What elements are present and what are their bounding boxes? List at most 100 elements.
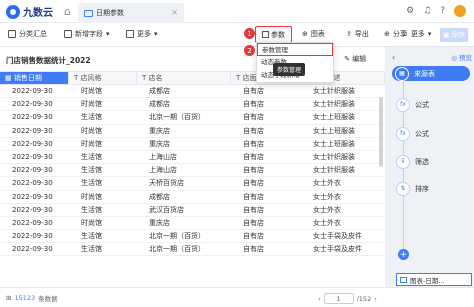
table-cell: 2022-09-30 bbox=[12, 232, 53, 241]
edit-label: 编辑 bbox=[352, 55, 367, 63]
table-cell: 自有店 bbox=[243, 218, 264, 227]
table-row[interactable]: 2022-09-30 生活馆 北京一期（百货） 自有店 女士手袋及皮件 bbox=[0, 243, 385, 257]
tab-date-param[interactable]: 日期参数 × bbox=[78, 3, 184, 23]
export-button[interactable]: ⇪ 导出 bbox=[346, 29, 369, 39]
chart-label: 图表 bbox=[310, 30, 325, 38]
table-cell: 女士上班服装 bbox=[313, 126, 355, 135]
pipeline-node-source[interactable]: ▦ 来源表 bbox=[392, 66, 470, 81]
table-row[interactable]: 2022-09-30 时尚馆 重庆店 自有店 女士上班服装 bbox=[0, 125, 385, 138]
row-count: ⊞ 15123 条数据 bbox=[6, 293, 58, 303]
table-row[interactable]: 2022-09-30 生活馆 武汉百货店 自有店 女士外衣 bbox=[0, 204, 385, 217]
save-button[interactable]: ▣ 保存 bbox=[440, 28, 468, 42]
pipeline-output-chart[interactable]: 图表-日期... bbox=[396, 273, 472, 286]
table-cell: 时尚馆 bbox=[81, 100, 102, 109]
next-page-icon[interactable]: › bbox=[374, 295, 377, 303]
more-menu-label: 更多 bbox=[410, 30, 425, 38]
table-cell: 时尚馆 bbox=[81, 139, 102, 148]
gear-icon[interactable]: ⚙ bbox=[406, 6, 414, 16]
app-logo[interactable]: 九数云 bbox=[6, 4, 53, 19]
add-step-button[interactable]: + bbox=[398, 249, 409, 260]
table-cell: 女士针织服装 bbox=[313, 166, 355, 175]
chevron-down-icon: ▾ bbox=[154, 30, 158, 38]
table-cell: 重庆店 bbox=[149, 126, 170, 135]
prev-page-icon[interactable]: ‹ bbox=[318, 295, 321, 303]
column-header[interactable]: T 店风格 bbox=[69, 72, 137, 84]
edit-icon: ✎ bbox=[344, 55, 353, 63]
chart-button[interactable]: ⊕ 图表 bbox=[302, 29, 325, 39]
table-row[interactable]: 2022-09-30 时尚馆 重庆店 自有店 女士外衣 bbox=[0, 217, 385, 231]
table-cell: 女士外衣 bbox=[313, 218, 341, 227]
table-cell: 2022-09-30 bbox=[12, 192, 53, 201]
table-row[interactable]: 2022-09-30 时尚馆 成都店 自有店 女士针织服装 bbox=[0, 98, 385, 112]
vertical-scrollbar[interactable] bbox=[379, 97, 383, 167]
avatar[interactable] bbox=[454, 5, 466, 17]
more-menu-button[interactable]: ⊙ 更多 ▾ bbox=[402, 29, 431, 39]
tab-label: 日期参数 bbox=[96, 9, 124, 17]
tooltip: 参数管理 bbox=[273, 63, 306, 76]
preview-link[interactable]: ◎ 预览 bbox=[451, 52, 472, 62]
bell-icon[interactable]: ♫ bbox=[423, 6, 431, 16]
more-icon: ⊙ bbox=[402, 30, 408, 38]
table-row[interactable]: 2022-09-30 生活馆 上海山店 自有店 女士针织服装 bbox=[0, 151, 385, 165]
help-icon[interactable]: ? bbox=[440, 6, 445, 16]
pipeline-node-formula-1[interactable]: fx 公式 bbox=[396, 97, 472, 112]
table-cell: 自有店 bbox=[243, 232, 264, 241]
pipeline-node-sort[interactable]: ⇅ 排序 bbox=[396, 181, 472, 196]
app-name: 九数云 bbox=[23, 8, 53, 19]
table-row[interactable]: 2022-09-30 生活馆 上海山店 自有店 女士针织服装 bbox=[0, 164, 385, 178]
table-cell: 自有店 bbox=[243, 245, 264, 254]
table-cell: 时尚馆 bbox=[81, 218, 102, 227]
new-field-button[interactable]: 新增字段 ▾ bbox=[64, 29, 110, 39]
table-row[interactable]: 2022-09-30 时尚馆 重庆店 自有店 女士上班服装 bbox=[0, 138, 385, 151]
grid-icon bbox=[126, 30, 134, 38]
column-header[interactable]: T 店名 bbox=[137, 72, 231, 84]
table-row[interactable]: 2022-09-30 时尚馆 成都店 自有店 女士外衣 bbox=[0, 191, 385, 204]
classify-label: 分类汇总 bbox=[19, 30, 47, 38]
table-cell: 北京一期（百货） bbox=[149, 245, 205, 254]
pipeline-node-filter[interactable]: ⊽ 筛选 bbox=[396, 154, 472, 169]
table-cell: 生活馆 bbox=[81, 166, 102, 175]
table-cell: 自有店 bbox=[243, 205, 264, 214]
home-icon[interactable]: ⌂ bbox=[64, 5, 71, 18]
classify-button[interactable]: 分类汇总 bbox=[8, 29, 47, 39]
chevron-down-icon: ▾ bbox=[427, 30, 432, 38]
table-cell: 生活馆 bbox=[81, 179, 102, 188]
pipeline-panel: ‹ ◎ 预览 ▦ 来源表 fx 公式 fx 公式 ⊽ 筛选 ⇅ 排序 + 图表-… bbox=[387, 47, 474, 287]
menu-item-param-manage[interactable]: 参数管理 bbox=[257, 43, 333, 56]
more-button[interactable]: 更多 ▾ bbox=[126, 29, 158, 39]
table-cell: 时尚馆 bbox=[81, 87, 102, 95]
table-cell: 女士外衣 bbox=[313, 205, 341, 214]
table-cell: 上海山店 bbox=[149, 152, 177, 161]
table-title: 门店销售数据统计_2022 bbox=[6, 56, 91, 65]
table-cell: 2022-09-30 bbox=[12, 245, 53, 254]
classify-icon bbox=[8, 30, 16, 38]
param-button[interactable]: 参数 bbox=[255, 26, 292, 43]
column-label: 店名 bbox=[148, 74, 163, 82]
chevron-down-icon: ▾ bbox=[106, 30, 110, 38]
edit-button[interactable]: ✎ 编辑 bbox=[344, 54, 366, 64]
column-header[interactable]: ▦ 销售日期 bbox=[0, 72, 69, 84]
table-cell: 自有店 bbox=[243, 100, 264, 109]
table-row[interactable]: 2022-09-30 生活馆 北京一期（百货） 自有店 女士手袋及皮件 bbox=[0, 230, 385, 244]
table-row[interactable]: 2022-09-30 生活馆 北京一期（百货） 自有店 女士上班服装 bbox=[0, 111, 385, 125]
table-row[interactable]: 2022-09-30 时尚馆 成都店 自有店 女士针织服装 bbox=[0, 85, 385, 99]
table-cell: 生活馆 bbox=[81, 232, 102, 241]
back-icon[interactable]: ‹ bbox=[392, 53, 395, 62]
close-icon[interactable]: × bbox=[171, 8, 178, 17]
output-label: 图表-日期... bbox=[410, 276, 445, 285]
pipeline-node-formula-2[interactable]: fx 公式 bbox=[396, 126, 472, 141]
table-cell: 自有店 bbox=[243, 113, 264, 122]
table-cell: 女士外衣 bbox=[313, 179, 341, 188]
param-label: 参数 bbox=[271, 30, 285, 39]
table-cell: 2022-09-30 bbox=[12, 152, 53, 161]
column-label: 店面 bbox=[242, 74, 257, 82]
table-cell: 重庆店 bbox=[149, 218, 170, 227]
table-cell: 2022-09-30 bbox=[12, 87, 53, 95]
table-cell: 自有店 bbox=[243, 152, 264, 161]
table-row[interactable]: 2022-09-30 生活馆 天桥百货店 自有店 女士外衣 bbox=[0, 177, 385, 191]
new-field-label: 新增字段 bbox=[75, 30, 103, 38]
table-cell: 成都店 bbox=[149, 192, 170, 201]
save-label: 保存 bbox=[451, 31, 466, 39]
table-cell: 重庆店 bbox=[149, 139, 170, 148]
page-input[interactable]: 1 bbox=[323, 293, 354, 304]
